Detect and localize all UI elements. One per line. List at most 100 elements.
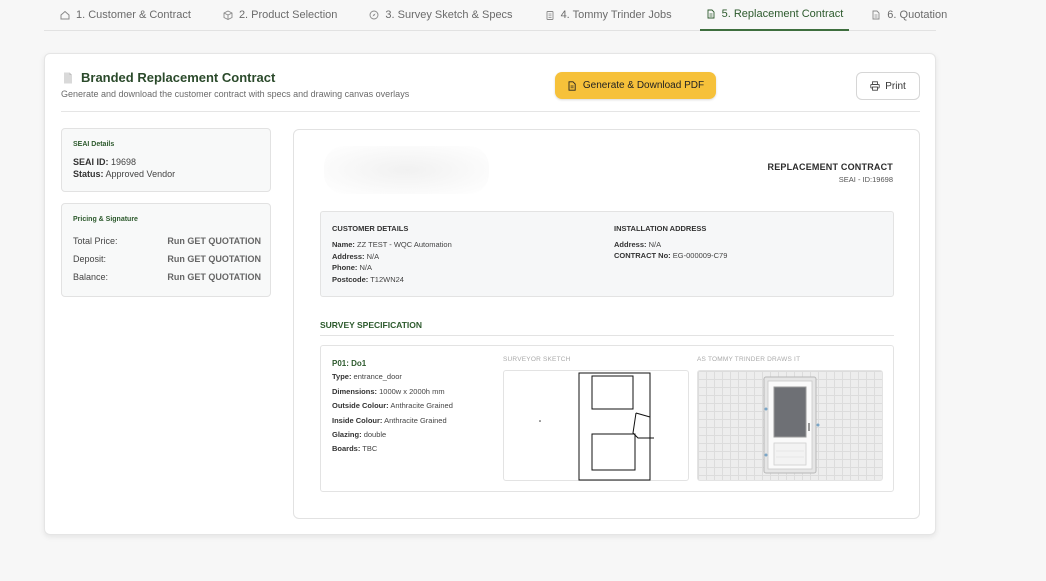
generate-pdf-button[interactable]: Generate & Download PDF (555, 72, 716, 99)
customer-postcode-label: Postcode: (332, 275, 369, 284)
door-render-drawing (763, 376, 820, 474)
price-value: Run GET QUOTATION (167, 254, 261, 264)
step-tabs: 1. Customer & Contract 2. Product Select… (44, 0, 947, 31)
seai-details-box: SEAI Details SEAI ID: 19698 Status: Appr… (61, 128, 271, 192)
document-icon (64, 72, 72, 83)
render-caption: AS TOMMY TRINDER DRAWS IT (697, 356, 801, 363)
contract-card: Branded Replacement Contract Generate an… (44, 53, 936, 535)
seai-id-value: 19698 (111, 157, 137, 167)
contract-seai-id: SEAI - ID:19698 (838, 175, 893, 184)
spec-type: Type: entrance_door (332, 372, 402, 381)
surveyor-sketch-canvas (503, 370, 689, 481)
spec-inside-colour: Inside Colour: Anthracite Grained (332, 416, 447, 425)
price-row-deposit: Deposit: Run GET QUOTATION (73, 254, 261, 264)
spec-boards-label: Boards: (332, 444, 361, 453)
tab-survey-sketch[interactable]: 3. Survey Sketch & Specs (363, 0, 518, 31)
price-label: Deposit: (73, 254, 107, 264)
installation-address-heading: INSTALLATION ADDRESS (614, 224, 707, 233)
spec-glazing-value: double (363, 430, 387, 439)
page-subtitle: Generate and download the customer contr… (61, 89, 410, 99)
customer-name-value: ZZ TEST - WQC Automation (357, 240, 452, 249)
tab-label: 4. Tommy Trinder Jobs (560, 9, 672, 21)
spec-boards: Boards: TBC (332, 444, 377, 453)
home-icon (60, 10, 70, 20)
company-logo (324, 146, 489, 194)
price-value: Run GET QUOTATION (167, 272, 261, 282)
file-icon (568, 80, 576, 91)
customer-address: Address: N/A (332, 252, 379, 261)
customer-details-panel: CUSTOMER DETAILS Name: ZZ TEST - WQC Aut… (320, 211, 894, 297)
spec-type-label: Type: (332, 372, 352, 381)
customer-phone-value: N/A (359, 263, 373, 272)
customer-name: Name: ZZ TEST - WQC Automation (332, 240, 452, 249)
customer-postcode-value: T12WN24 (370, 275, 404, 284)
survey-spec-item: P01: Do1 Type: entrance_door Dimensions:… (320, 345, 894, 492)
survey-item-id: P01: Do1 (332, 359, 367, 368)
customer-phone: Phone: N/A (332, 263, 372, 272)
customer-phone-label: Phone: (332, 263, 358, 272)
seai-box-title: SEAI Details (73, 141, 115, 148)
seai-status-line: Status: Approved Vendor (73, 169, 175, 179)
price-row-total: Total Price: Run GET QUOTATION (73, 236, 261, 246)
door-render-canvas (697, 370, 883, 481)
header-divider (61, 111, 920, 112)
printer-icon (870, 81, 880, 91)
customer-name-label: Name: (332, 240, 355, 249)
seai-id-label: SEAI ID: (73, 157, 109, 167)
contract-number-value: EG-000009-C79 (672, 251, 728, 260)
contract-preview: REPLACEMENT CONTRACT SEAI - ID:19698 CUS… (293, 129, 920, 519)
tab-product-selection[interactable]: 2. Product Selection (217, 0, 343, 31)
contract-title: REPLACEMENT CONTRACT (767, 162, 893, 172)
installation-address: Address: N/A (614, 240, 661, 249)
pricing-box-title: Pricing & Signature (73, 216, 138, 223)
page-title-text: Branded Replacement Contract (81, 70, 276, 85)
tab-label: 1. Customer & Contract (76, 9, 191, 21)
document-icon (707, 9, 715, 19)
pricing-signature-box: Pricing & Signature Total Price: Run GET… (61, 203, 271, 297)
surveyor-sketch-caption: SURVEYOR SKETCH (503, 356, 571, 363)
tab-label: 5. Replacement Contract (721, 8, 844, 20)
installation-address-label: Address: (614, 240, 647, 249)
page-title: Branded Replacement Contract (63, 70, 275, 85)
spec-type-value: entrance_door (353, 372, 402, 381)
customer-postcode: Postcode: T12WN24 (332, 275, 404, 284)
spec-glazing-label: Glazing: (332, 430, 362, 439)
seai-status-value: Approved Vendor (105, 169, 176, 179)
seai-id-line: SEAI ID: 19698 (73, 157, 136, 167)
print-button[interactable]: Print (856, 72, 920, 100)
tab-customer-contract[interactable]: 1. Customer & Contract (54, 0, 197, 31)
tab-label: 6. Quotation (887, 9, 948, 21)
price-label: Total Price: (73, 236, 118, 246)
door-sketch-drawing (539, 372, 654, 481)
spec-glazing: Glazing: double (332, 430, 386, 439)
compass-icon (369, 10, 379, 20)
price-row-balance: Balance: Run GET QUOTATION (73, 272, 261, 282)
installation-address-value: N/A (648, 240, 662, 249)
customer-details-heading: CUSTOMER DETAILS (332, 224, 409, 233)
contract-number: CONTRACT No: EG-000009-C79 (614, 251, 727, 260)
price-value: Run GET QUOTATION (167, 236, 261, 246)
spec-inside-value: Anthracite Grained (384, 416, 447, 425)
clipboard-icon (546, 11, 554, 20)
survey-spec-heading: SURVEY SPECIFICATION (320, 320, 423, 330)
spec-dimensions-value: 1000w x 2000h mm (379, 387, 445, 396)
survey-spec-divider (320, 335, 894, 336)
box-icon (223, 10, 233, 20)
customer-address-value: N/A (366, 252, 380, 261)
spec-outside-value: Anthracite Grained (390, 401, 453, 410)
generate-pdf-label: Generate & Download PDF (582, 80, 705, 91)
tab-tommy-trinder-jobs[interactable]: 4. Tommy Trinder Jobs (539, 0, 678, 31)
spec-boards-value: TBC (362, 444, 378, 453)
tab-quotation[interactable]: 6. Quotation (865, 0, 953, 31)
seai-status-label: Status: (73, 169, 104, 179)
print-label: Print (885, 80, 906, 92)
price-label: Balance: (73, 272, 109, 282)
spec-dimensions: Dimensions: 1000w x 2000h mm (332, 387, 445, 396)
tab-label: 2. Product Selection (238, 9, 338, 21)
contract-number-label: CONTRACT No: (614, 251, 671, 260)
tab-label: 3. Survey Sketch & Specs (385, 9, 513, 21)
spec-inside-label: Inside Colour: (332, 416, 383, 425)
tab-replacement-contract[interactable]: 5. Replacement Contract (699, 0, 850, 31)
document-icon (872, 10, 880, 20)
spec-outside-colour: Outside Colour: Anthracite Grained (332, 401, 453, 410)
